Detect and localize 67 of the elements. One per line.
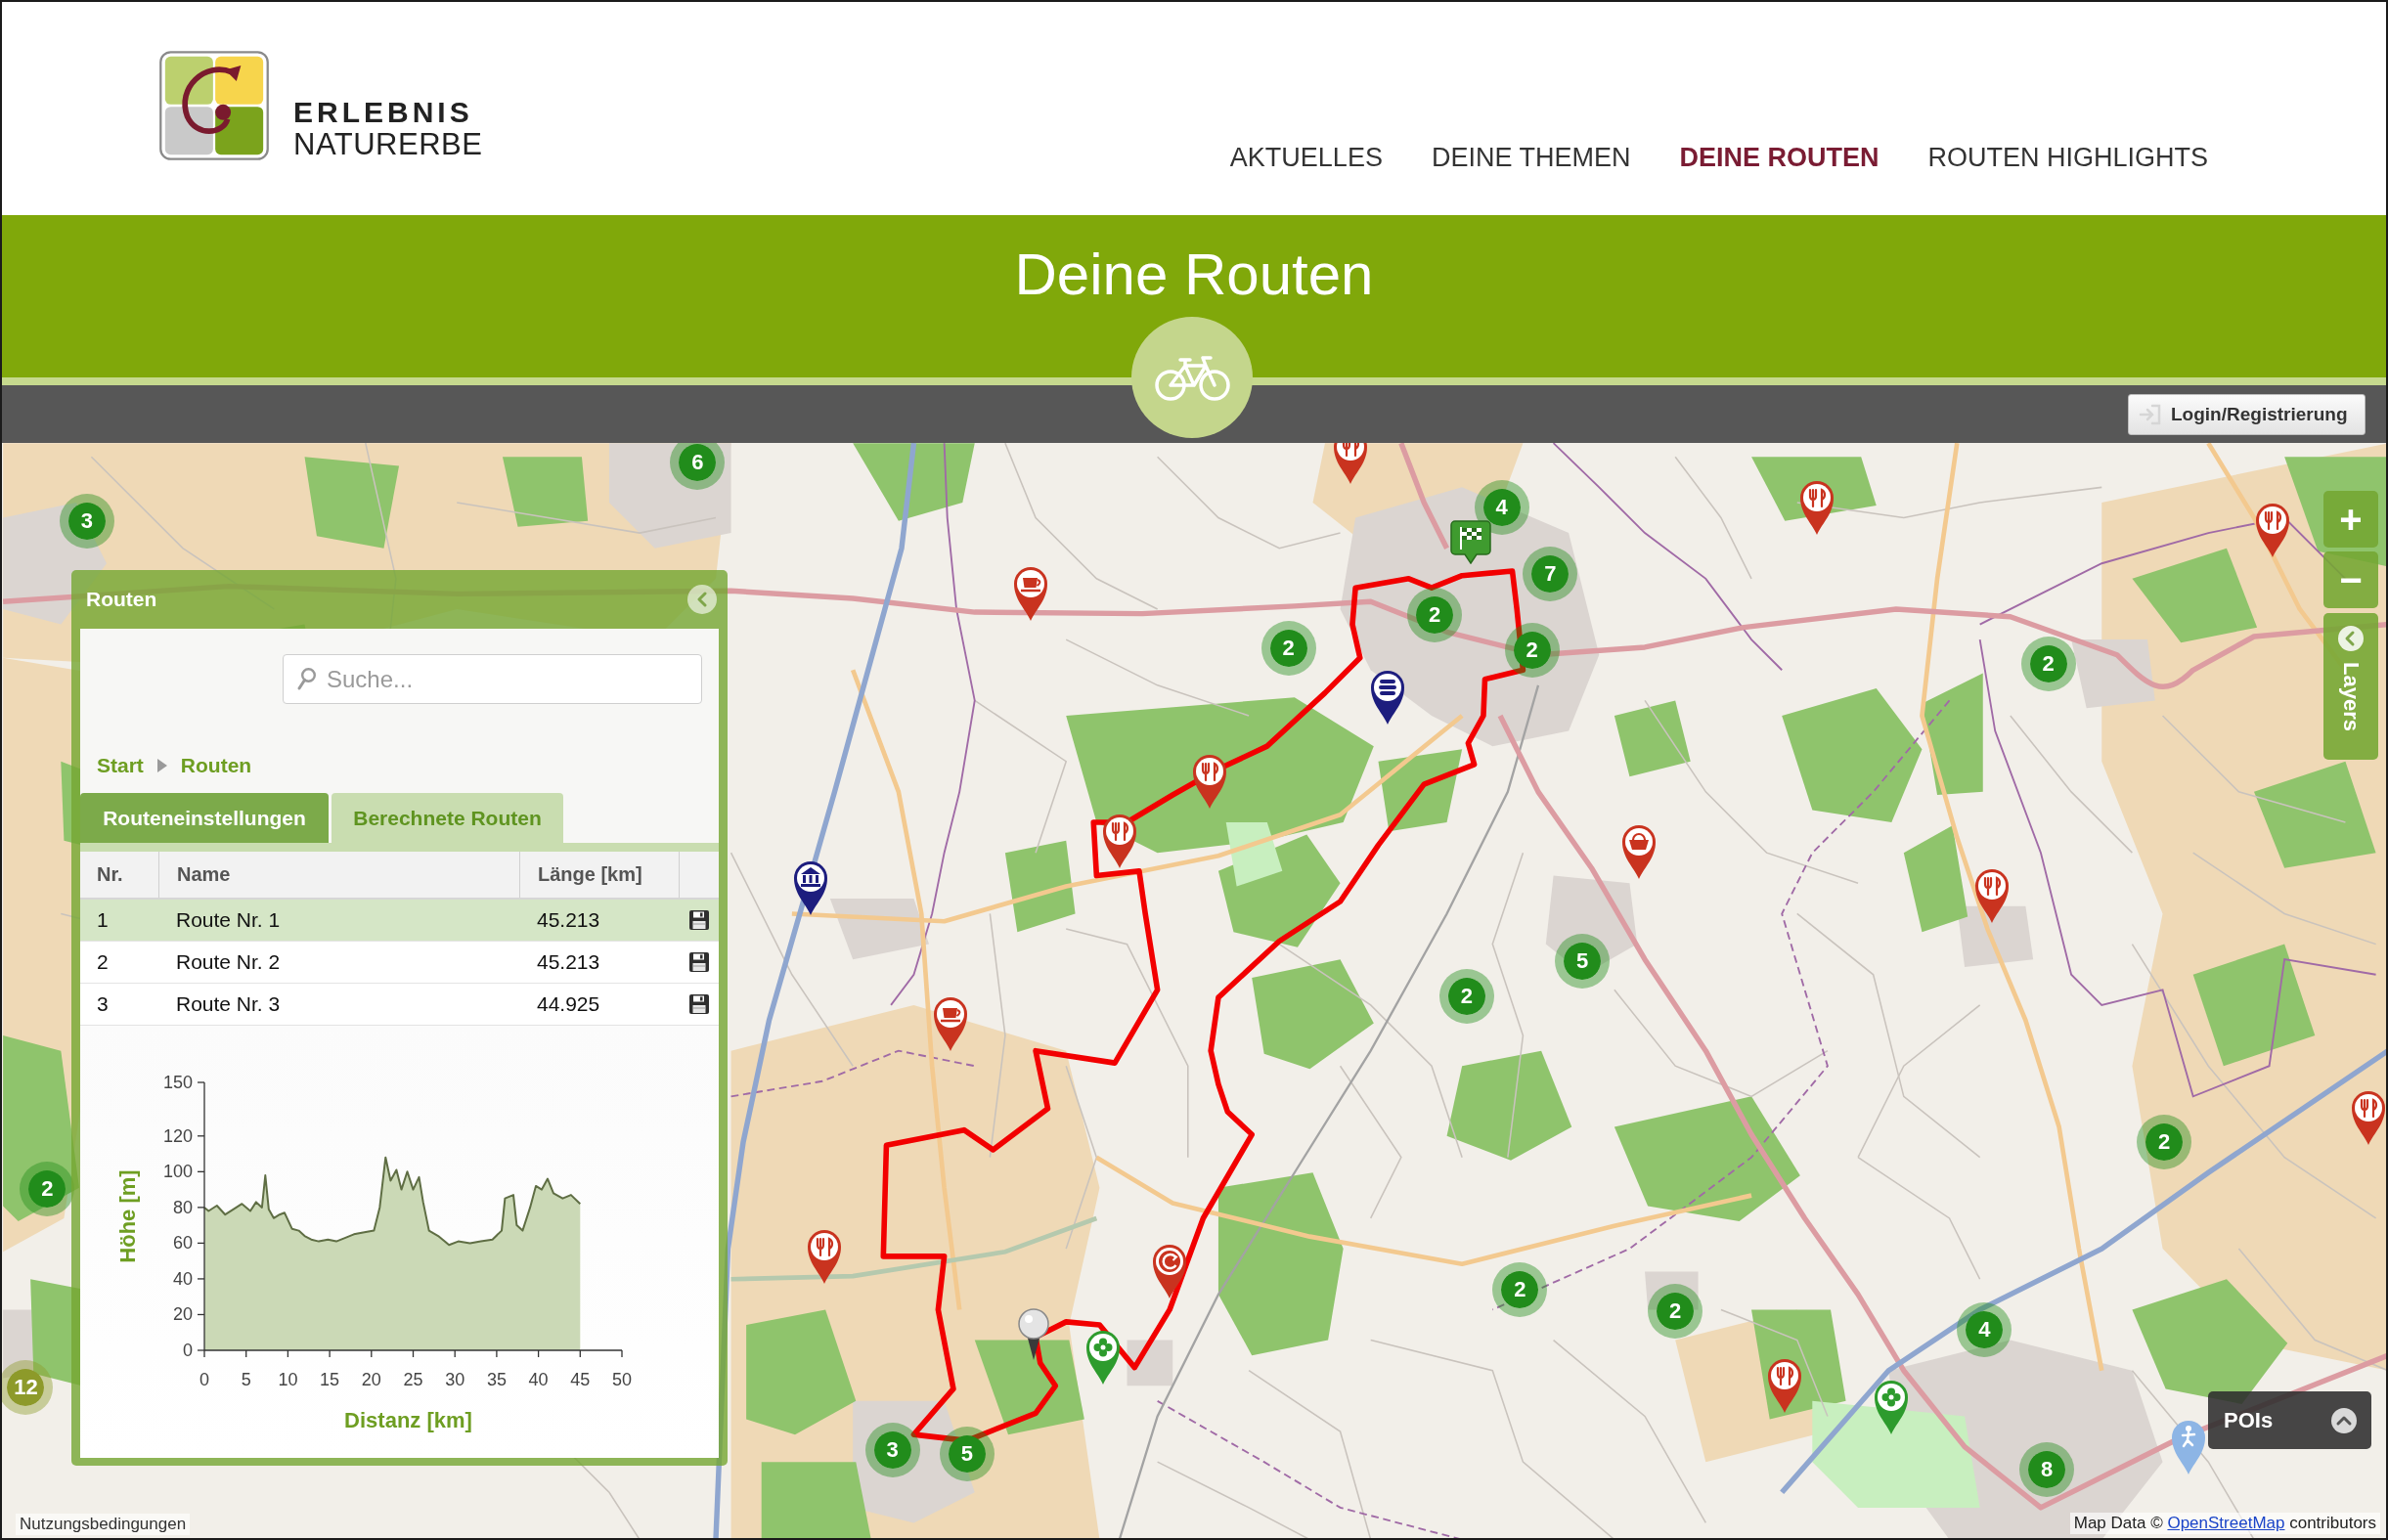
table-cell-text: Route Nr. 1: [175, 907, 282, 933]
axis-tick-label: 35: [486, 1370, 507, 1389]
panel-title: Routen: [86, 588, 157, 611]
layers-button[interactable]: Layers: [2323, 613, 2378, 760]
table-row[interactable]: 1 Route Nr. 1 45.213: [80, 900, 719, 942]
axis-tick-label: 120: [162, 1125, 193, 1146]
park-area: [1225, 822, 1283, 887]
chevron-up-icon: [2330, 1406, 2358, 1434]
axis-tick-label: 60: [172, 1233, 193, 1254]
table-cell-text: Route Nr. 2: [175, 949, 282, 975]
table-cell-text: 1: [96, 907, 110, 933]
ball-pin-icon[interactable]: [1017, 1307, 1051, 1361]
table-cell-text: 3: [96, 991, 110, 1017]
nav-link[interactable]: AKTUELLES: [1229, 141, 1383, 174]
nav-link[interactable]: ROUTEN HIGHLIGHTS: [1927, 141, 2208, 174]
axis-tick-label: 0: [199, 1370, 209, 1389]
column-header: Name: [158, 852, 519, 898]
axis-tick-label: 50: [612, 1370, 632, 1389]
search-icon: [296, 667, 316, 690]
table-cell-text: 45.213: [536, 907, 601, 933]
table-row[interactable]: 3 Route Nr. 3 44.925: [80, 984, 719, 1026]
table-row[interactable]: 2 Route Nr. 2 45.213: [80, 942, 719, 984]
table-cell-text: 45.213: [536, 949, 601, 975]
login-icon: [2139, 403, 2162, 425]
column-header: Nr.: [96, 862, 124, 887]
table-cell-text: 44.925: [536, 991, 601, 1017]
breadcrumb-link[interactable]: Routen: [180, 753, 252, 778]
axis-tick-label: 10: [278, 1370, 298, 1389]
login-button[interactable]: Login/Registrierung: [2128, 393, 2366, 435]
table-cell-text: 2: [96, 949, 110, 975]
table-cell-text: Route Nr. 3: [175, 991, 282, 1017]
axis-tick-label: 0: [183, 1341, 193, 1360]
logo-text: NATURERBE: [293, 128, 483, 160]
tab[interactable]: Routeneinstellungen: [80, 793, 329, 843]
checkered-flag-icon[interactable]: [1449, 519, 1493, 565]
axis-tick-label: 80: [172, 1197, 193, 1217]
logo-icon: [158, 50, 270, 161]
axis-tick-label: 40: [172, 1268, 193, 1289]
axis-tick-label: 5: [241, 1370, 251, 1389]
page-title: Deine Routen: [1014, 241, 1374, 309]
axis-tick-label: 15: [320, 1370, 340, 1389]
map-attribution: Map Data © OpenStreetMap contributors: [2069, 1513, 2380, 1534]
axis-tick-label: 45: [570, 1370, 591, 1389]
zoom-in-button[interactable]: +: [2323, 491, 2378, 548]
nav-link[interactable]: DEINE THEMEN: [1431, 141, 1631, 174]
pois-button[interactable]: POIs: [2208, 1391, 2371, 1449]
zoom-out-button[interactable]: −: [2323, 551, 2378, 608]
axis-tick-label: 30: [445, 1370, 465, 1389]
axis-tick-label: 150: [162, 1073, 193, 1092]
terms-link[interactable]: Nutzungsbedingungen: [16, 1514, 191, 1535]
axis-title: Distanz [km]: [344, 1408, 472, 1432]
chevron-left-icon: [695, 592, 709, 607]
tab[interactable]: Berechnete Routen: [332, 793, 563, 843]
axis-tick-label: 100: [162, 1162, 193, 1182]
axis-tick-label: 25: [403, 1370, 423, 1389]
nav-link[interactable]: DEINE ROUTEN: [1679, 141, 1879, 174]
axis-tick-label: 20: [172, 1304, 193, 1325]
column-header: Länge [km]: [519, 852, 679, 898]
axis-tick-label: 40: [528, 1370, 549, 1389]
axis-title: Höhe [m]: [115, 1169, 140, 1263]
caret-icon: [156, 759, 167, 772]
search-field[interactable]: Suche...: [283, 654, 702, 704]
breadcrumb-link[interactable]: Start: [97, 753, 144, 778]
axis-tick-label: 20: [361, 1370, 381, 1389]
attribution-link[interactable]: OpenStreetMap: [2167, 1514, 2285, 1532]
chevron-left-icon: [2337, 625, 2365, 652]
logo-text: ERLEBNIS: [293, 96, 474, 128]
